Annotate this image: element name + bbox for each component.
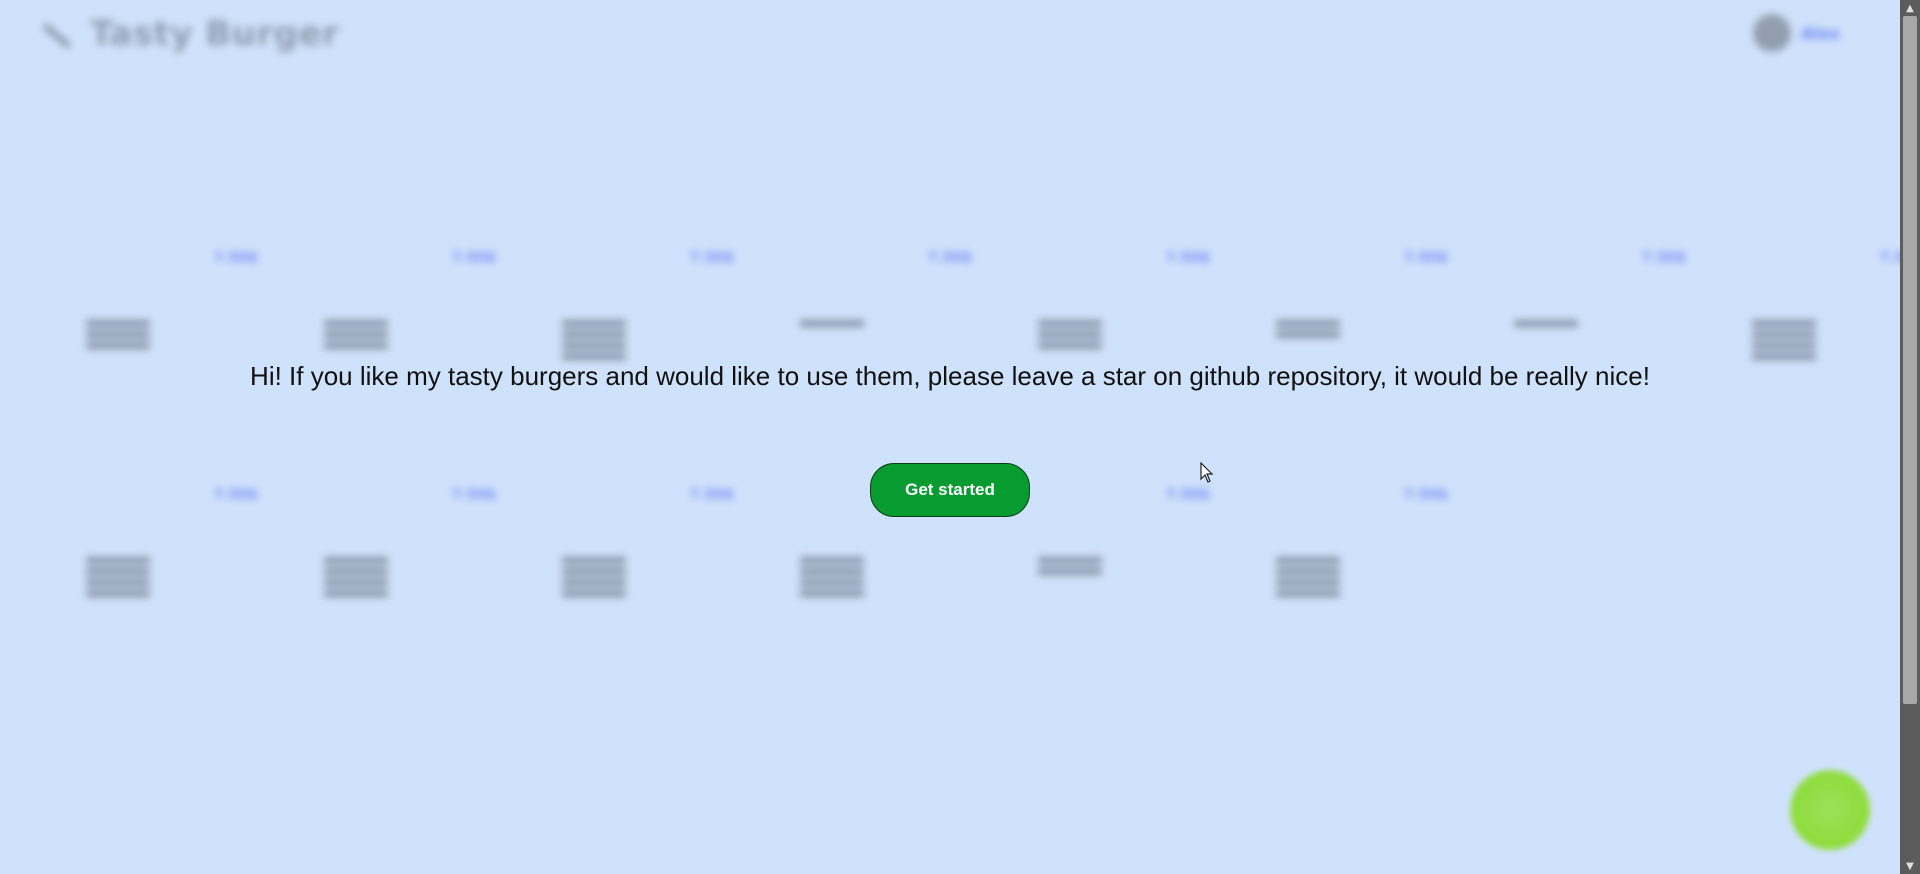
star-request-overlay: Hi! If you like my tasty burgers and wou… [0, 0, 1900, 874]
vertical-scrollbar[interactable]: ▲ ▼ [1900, 0, 1920, 874]
scroll-thumb[interactable] [1903, 16, 1917, 704]
get-started-button[interactable]: Get started [870, 463, 1030, 517]
scroll-down-icon[interactable]: ▼ [1900, 858, 1920, 874]
scroll-up-icon[interactable]: ▲ [1900, 0, 1920, 16]
star-request-message: Hi! If you like my tasty burgers and wou… [250, 361, 1650, 391]
